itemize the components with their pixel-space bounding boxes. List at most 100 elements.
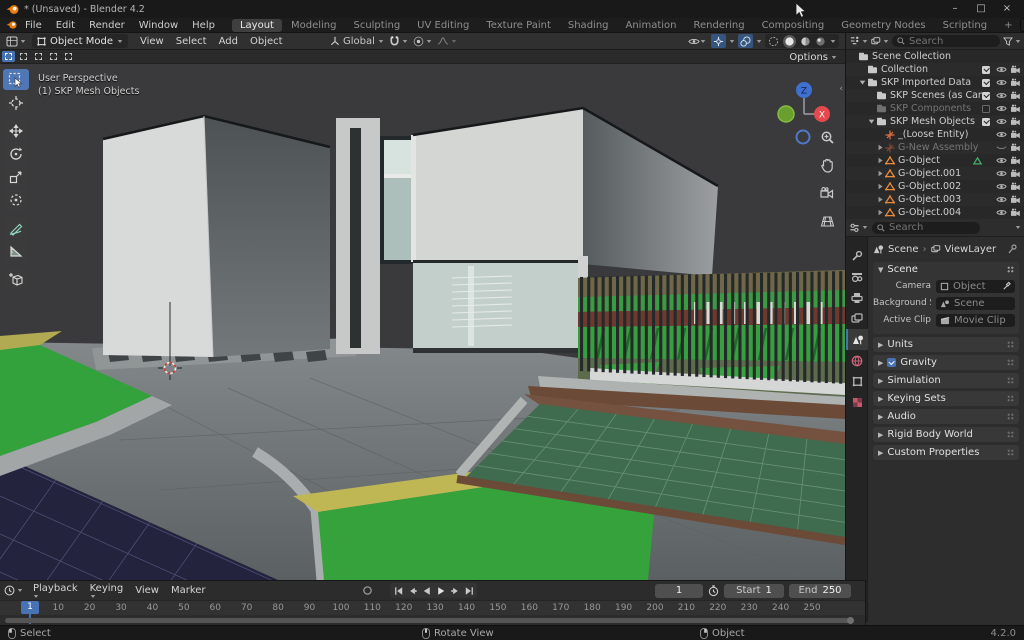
viewport-menu-select[interactable]: Select [170, 35, 213, 48]
outliner-row-loose-entity[interactable]: _(Loose Entity) [846, 128, 1024, 141]
timeline-editor-button[interactable] [4, 585, 23, 596]
select-mode-new-button[interactable] [2, 51, 15, 62]
viewport-3d[interactable]: Options User Perspective (1) SKP Mesh Ob… [0, 50, 845, 580]
tool-transform-button[interactable] [3, 189, 29, 210]
outliner-editor-button[interactable] [849, 36, 868, 46]
camera-visibility-icon[interactable] [1010, 130, 1021, 139]
outliner-row-scene-collection[interactable]: Scene Collection [846, 50, 1024, 63]
properties-tab-render[interactable] [846, 266, 868, 287]
gizmos-toggle[interactable] [711, 34, 726, 48]
camera-visibility-icon[interactable] [1010, 208, 1021, 217]
overlays-toggle[interactable] [738, 34, 753, 48]
outliner-row-skp-scenes-as-camer[interactable]: SKP Scenes (as Camer [846, 89, 1024, 102]
outliner-search-input[interactable]: Search [892, 35, 1000, 47]
shading-rendered-button[interactable] [815, 36, 826, 47]
properties-tab-world[interactable] [846, 350, 868, 371]
panel-simulation[interactable]: ▶Simulation [873, 373, 1019, 388]
close-button[interactable]: × [994, 1, 1020, 17]
properties-search-input[interactable]: Search [872, 222, 980, 234]
eye-open-icon[interactable] [996, 182, 1007, 191]
gravity-checkbox[interactable] [887, 358, 896, 367]
eye-open-icon[interactable] [996, 195, 1007, 204]
camera-view-button[interactable] [816, 182, 838, 204]
timeline-ruler[interactable]: 1102030405060708090100110120130140150160… [0, 600, 865, 615]
workspace-tab-scripting[interactable]: Scripting [935, 19, 995, 32]
menu-file[interactable]: File [18, 19, 49, 32]
eye-open-icon[interactable] [996, 65, 1007, 74]
properties-tab-output[interactable] [846, 287, 868, 308]
tool-add-cube-button[interactable] [3, 268, 29, 289]
workspace-tab-compositing[interactable]: Compositing [754, 19, 833, 32]
eye-open-icon[interactable] [996, 130, 1007, 139]
eye-open-icon[interactable] [996, 117, 1007, 126]
proportional-editing-control[interactable] [413, 36, 432, 47]
camera-visibility-icon[interactable] [1010, 195, 1021, 204]
select-mode-intersect-button[interactable] [62, 51, 75, 62]
select-mode-extend-button[interactable] [17, 51, 30, 62]
editor-type-button[interactable] [4, 34, 28, 48]
tool-measure-button[interactable] [3, 240, 29, 261]
camera-visibility-icon[interactable] [1010, 117, 1021, 126]
play-reverse-button[interactable] [420, 584, 433, 597]
blender-menu-icon[interactable] [6, 20, 18, 30]
viewport-menu-view[interactable]: View [134, 35, 170, 48]
outliner-row-g-new-assembly[interactable]: G-New Assembly [846, 141, 1024, 154]
shading-solid-button[interactable] [783, 35, 796, 48]
shading-material-button[interactable] [800, 36, 811, 47]
workspace-tab-rendering[interactable]: Rendering [685, 19, 752, 32]
next-keyframe-button[interactable] [448, 584, 461, 597]
menu-render[interactable]: Render [82, 19, 132, 32]
camera-visibility-icon[interactable] [1010, 91, 1021, 100]
exclude-checkbox[interactable] [982, 79, 990, 87]
outliner-row-collection[interactable]: Collection [846, 63, 1024, 76]
tool-move-button[interactable] [3, 120, 29, 141]
field-input-camera[interactable]: Object [936, 280, 1015, 293]
stopwatch-icon[interactable] [708, 585, 719, 597]
tool-select-box-button[interactable] [3, 69, 29, 90]
properties-editor-button[interactable] [849, 223, 868, 233]
chevron-down-icon[interactable] [1015, 225, 1021, 230]
pin-icon[interactable] [1008, 244, 1017, 254]
auto-keying-toggle[interactable] [362, 585, 373, 596]
select-mode-subtract-button[interactable] [32, 51, 45, 62]
workspace-tab-sculpting[interactable]: Sculpting [345, 19, 408, 32]
eye-open-icon[interactable] [996, 91, 1007, 100]
outliner-row-skp-components[interactable]: SKP Components [846, 102, 1024, 115]
breadcrumb-viewlayer[interactable]: ViewLayer [945, 244, 997, 255]
eye-open-icon[interactable] [996, 78, 1007, 87]
workspace-tab-animation[interactable]: Animation [618, 19, 685, 32]
frame-end-field[interactable]: End 250 [789, 584, 851, 598]
minimize-button[interactable]: – [942, 1, 968, 17]
camera-visibility-icon[interactable] [1010, 143, 1021, 152]
scene-panel-header[interactable]: ▼ Scene [873, 262, 1019, 277]
timeline-menu-marker[interactable]: Marker [165, 584, 212, 597]
viewport-menu-add[interactable]: Add [213, 35, 244, 48]
camera-visibility-icon[interactable] [1010, 169, 1021, 178]
viewport-menu-object[interactable]: Object [244, 35, 289, 48]
add-workspace-button[interactable]: + [996, 19, 1020, 32]
scene-selector[interactable]: Scene × [1020, 18, 1024, 32]
properties-tab-texture[interactable] [846, 392, 868, 413]
workspace-tab-texture-paint[interactable]: Texture Paint [478, 19, 559, 32]
eye-open-icon[interactable] [996, 104, 1007, 113]
jump-to-start-button[interactable] [392, 584, 405, 597]
options-dropdown[interactable]: Options [789, 51, 837, 63]
outliner-row-g-object-003[interactable]: G-Object.003 [846, 193, 1024, 206]
visibility-dropdown[interactable] [686, 34, 708, 48]
panel-gravity[interactable]: ▶Gravity [873, 355, 1019, 370]
properties-tab-tool[interactable] [846, 245, 868, 266]
falloff-control[interactable] [437, 36, 457, 46]
tool-scale-button[interactable] [3, 166, 29, 187]
frame-start-field[interactable]: Start 1 [724, 584, 784, 598]
snapping-control[interactable] [389, 36, 408, 47]
panel-audio[interactable]: ▶Audio [873, 409, 1019, 424]
outliner-row-g-object-004[interactable]: G-Object.004 [846, 206, 1024, 219]
tool-cursor-button[interactable] [3, 92, 29, 113]
timeline-menu-playback[interactable]: Playback [27, 582, 84, 600]
playhead-current-frame[interactable]: 1 [21, 601, 39, 614]
maximize-button[interactable]: □ [968, 1, 994, 17]
play-button[interactable] [434, 584, 447, 597]
panel-keying-sets[interactable]: ▶Keying Sets [873, 391, 1019, 406]
outliner-row-skp-mesh-objects[interactable]: SKP Mesh Objects [846, 115, 1024, 128]
camera-visibility-icon[interactable] [1010, 65, 1021, 74]
